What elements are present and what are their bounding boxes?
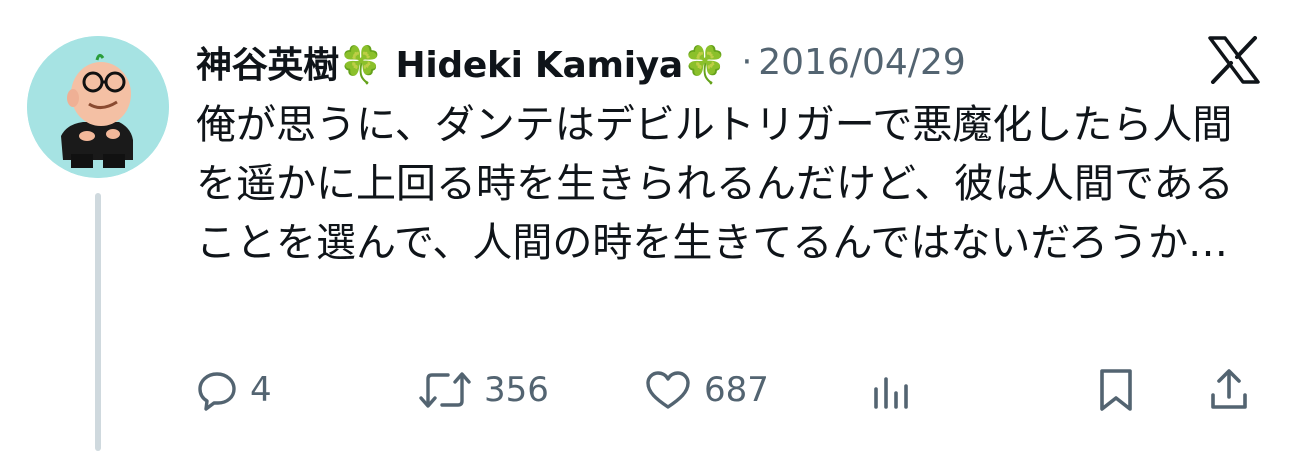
author-name[interactable]: 神谷英樹🍀 Hideki Kamiya🍀	[196, 36, 728, 88]
tweet-date[interactable]: 2016/04/29	[758, 42, 966, 83]
like-count: 687	[704, 370, 769, 410]
reply-icon	[196, 369, 238, 411]
avatar-illustration	[27, 36, 169, 178]
views-button[interactable]	[870, 360, 912, 420]
views-icon	[870, 369, 912, 411]
bookmark-button[interactable]	[1096, 360, 1136, 420]
share-button[interactable]	[1208, 360, 1250, 420]
tweet-header: 神谷英樹🍀 Hideki Kamiya🍀 · 2016/04/29	[196, 34, 1176, 90]
date-separator: ·	[741, 42, 753, 82]
bookmark-icon	[1096, 367, 1136, 413]
retweet-icon	[418, 369, 472, 411]
retweet-count: 356	[484, 370, 549, 410]
like-icon	[644, 369, 692, 411]
like-button[interactable]: 687	[644, 360, 769, 420]
share-icon	[1208, 367, 1250, 413]
reply-count: 4	[250, 370, 272, 410]
avatar[interactable]	[27, 36, 169, 178]
tweet-text: 俺が思うに、ダンテはデビルトリガーで悪魔化したら人間を遥かに上回る時を生きられる…	[196, 102, 1234, 266]
retweet-button[interactable]: 356	[418, 360, 549, 420]
tweet-actions: 4 356 687	[0, 360, 1290, 420]
reply-button[interactable]: 4	[196, 360, 272, 420]
x-logo-icon	[1208, 36, 1260, 84]
